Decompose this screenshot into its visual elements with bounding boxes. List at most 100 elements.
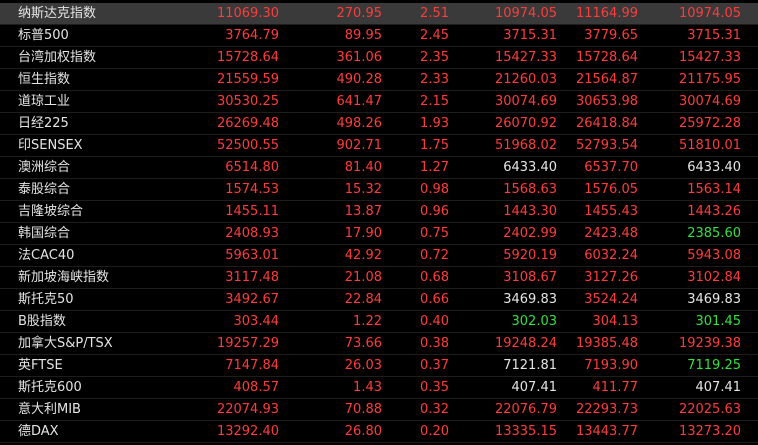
change-amount: 498.26 [336, 116, 383, 131]
open-price: 302.03 [511, 314, 558, 329]
change-amount: 22.84 [344, 292, 382, 307]
table-row[interactable]: 标普500 3764.79 89.95 2.45 3715.31 3779.65 3715.… [0, 25, 758, 47]
table-row[interactable]: 纳斯达克指数 11069.30 270.95 2.51 10974.05 11164.99… [0, 3, 758, 25]
change-percent: 0.37 [420, 358, 449, 373]
change-percent: 1.27 [420, 160, 449, 175]
index-name: 吉隆坡综合 [18, 204, 84, 219]
table-row[interactable]: 道琼工业 30530.25 641.47 2.15 30074.69 30653.98 30… [0, 91, 758, 113]
change-amount: 490.28 [336, 72, 383, 87]
table-row[interactable]: 印SENSEX 52500.55 902.71 1.75 51968.02 52793.5… [0, 135, 758, 157]
change-percent: 1.75 [420, 138, 449, 153]
index-name: 英FTSE [18, 358, 63, 373]
index-name: 新加坡海峡指数 [18, 270, 110, 285]
low-price: 22025.63 [678, 402, 741, 417]
last-price: 21559.59 [216, 72, 279, 87]
high-price: 304.13 [592, 314, 639, 329]
low-price: 6433.40 [687, 160, 741, 175]
table-row[interactable]: 恒生指数 21559.59 490.28 2.33 21260.03 21564.87 21… [0, 69, 758, 91]
table-row[interactable]: 新加坡海峡指数 3117.48 21.08 0.68 3108.67 3127.26 310… [0, 267, 758, 289]
change-percent: 2.51 [420, 6, 449, 21]
index-name: 泰股综合 [18, 182, 71, 197]
index-name: B股指数 [18, 314, 66, 329]
change-percent: 0.66 [420, 292, 449, 307]
high-price: 21564.87 [575, 72, 638, 87]
table-row[interactable]: 英FTSE 7147.84 26.03 0.37 7121.81 7193.90 7119.… [0, 355, 758, 377]
last-price: 30530.25 [216, 94, 279, 109]
open-price: 3469.83 [503, 292, 557, 307]
index-name: 道琼工业 [18, 94, 71, 109]
last-price: 13292.40 [216, 424, 279, 439]
high-price: 7193.90 [584, 358, 638, 373]
table-row[interactable]: 意大利MIB 22074.93 70.88 0.32 22076.79 22293.73 2… [0, 399, 758, 421]
change-amount: 89.95 [344, 28, 382, 43]
open-price: 5920.19 [503, 248, 557, 263]
table-row[interactable]: 吉隆坡综合 1455.11 13.87 0.96 1443.30 1455.43 1443.… [0, 201, 758, 223]
table-row[interactable]: 日经225 26269.48 498.26 1.93 26070.92 26418.84 2… [0, 113, 758, 135]
change-amount: 81.40 [344, 160, 382, 175]
table-row[interactable]: 德DAX 13292.40 26.80 0.20 13335.15 13443.77 132… [0, 421, 758, 443]
high-price: 1455.43 [584, 204, 638, 219]
open-price: 6433.40 [503, 160, 557, 175]
change-amount: 641.47 [336, 94, 383, 109]
low-price: 21175.95 [678, 72, 741, 87]
change-amount: 902.71 [336, 138, 383, 153]
table-row[interactable]: 台湾加权指数 15728.64 361.06 2.35 15427.33 15728.64… [0, 47, 758, 69]
low-price: 3102.84 [687, 270, 741, 285]
change-percent: 2.35 [420, 50, 449, 65]
change-amount: 270.95 [336, 6, 383, 21]
change-amount: 42.92 [344, 248, 382, 263]
change-percent: 0.32 [420, 402, 449, 417]
last-price: 1455.11 [225, 204, 279, 219]
change-amount: 13.87 [344, 204, 382, 219]
change-percent: 0.68 [420, 270, 449, 285]
change-amount: 1.43 [353, 380, 382, 395]
change-amount: 73.66 [344, 336, 382, 351]
table-row[interactable]: 斯托克50 3492.67 22.84 0.66 3469.83 3524.24 3469.… [0, 289, 758, 311]
index-name: 恒生指数 [18, 72, 71, 87]
index-name: 斯托克600 [18, 380, 82, 395]
low-price: 1443.26 [687, 204, 741, 219]
low-price: 15427.33 [678, 50, 741, 65]
last-price: 22074.93 [216, 402, 279, 417]
low-price: 5943.08 [687, 248, 741, 263]
high-price: 52793.54 [575, 138, 638, 153]
high-price: 11164.99 [575, 6, 638, 21]
change-percent: 1.93 [420, 116, 449, 131]
change-percent: 2.33 [420, 72, 449, 87]
low-price: 3469.83 [687, 292, 741, 307]
table-row[interactable]: B股指数 303.44 1.22 0.40 302.03 304.13 301.45 [0, 311, 758, 333]
change-percent: 0.40 [420, 314, 449, 329]
last-price: 19257.29 [216, 336, 279, 351]
index-name: 斯托克50 [18, 292, 74, 307]
high-price: 2423.48 [584, 226, 638, 241]
index-quote-table: 纳斯达克指数 11069.30 270.95 2.51 10974.05 11164.99… [0, 0, 758, 445]
change-percent: 0.20 [420, 424, 449, 439]
table-row[interactable]: 泰股综合 1574.53 15.32 0.98 1568.63 1576.05 1563.1… [0, 179, 758, 201]
table-row[interactable]: 法CAC40 5963.01 42.92 0.72 5920.19 6032.24 5943… [0, 245, 758, 267]
open-price: 51968.02 [494, 138, 557, 153]
change-percent: 0.72 [420, 248, 449, 263]
open-price: 10974.05 [494, 6, 557, 21]
change-percent: 0.75 [420, 226, 449, 241]
open-price: 1443.30 [503, 204, 557, 219]
table-row[interactable]: 韩国综合 2408.93 17.90 0.75 2402.99 2423.48 2385.6… [0, 223, 758, 245]
low-price: 13273.20 [678, 424, 741, 439]
change-percent: 0.98 [420, 182, 449, 197]
change-percent: 0.38 [420, 336, 449, 351]
table-row[interactable]: 澳洲综合 6514.80 81.40 1.27 6433.40 6537.70 6433.4… [0, 157, 758, 179]
table-row[interactable]: 加拿大S&P/TSX 19257.29 73.66 0.38 19248.24 19385… [0, 333, 758, 355]
index-name: 韩国综合 [18, 226, 71, 241]
last-price: 11069.30 [216, 6, 279, 21]
high-price: 26418.84 [575, 116, 638, 131]
high-price: 15728.64 [575, 50, 638, 65]
high-price: 13443.77 [575, 424, 638, 439]
index-name: 澳洲综合 [18, 160, 71, 175]
last-price: 1574.53 [225, 182, 279, 197]
low-price: 51810.01 [678, 138, 741, 153]
open-price: 13335.15 [494, 424, 557, 439]
high-price: 30653.98 [575, 94, 638, 109]
last-price: 3764.79 [225, 28, 279, 43]
low-price: 25972.28 [678, 116, 741, 131]
last-price: 6514.80 [225, 160, 279, 175]
table-row[interactable]: 斯托克600 408.57 1.43 0.35 407.41 411.77 407.41 [0, 377, 758, 399]
